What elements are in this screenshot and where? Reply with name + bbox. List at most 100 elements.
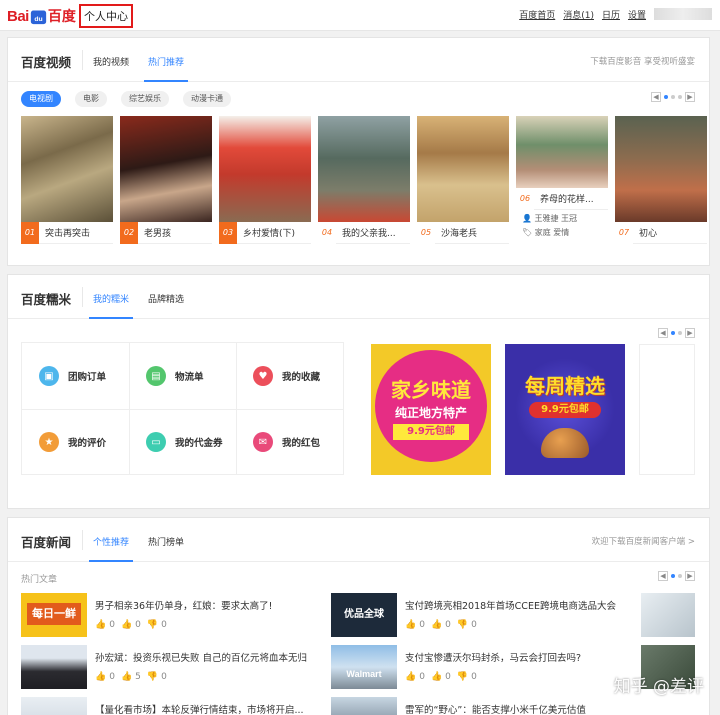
tab-my-video[interactable]: 我的视频 <box>93 55 129 68</box>
rank-number: 01 <box>21 221 39 244</box>
quick-group-orders[interactable]: ▣ 团购订单 <box>22 343 129 409</box>
video-card[interactable]: 01 突击再突击 <box>21 116 113 244</box>
quick-label: 物流单 <box>175 372 204 383</box>
tab-hot-recommend[interactable]: 热门推荐 <box>143 55 189 82</box>
video-card[interactable]: 02 老男孩 <box>120 116 212 244</box>
hot-articles-label: 热门文章 <box>21 575 58 585</box>
pager-dot[interactable] <box>671 574 675 578</box>
dislike-button[interactable]: 👎 0 <box>457 672 477 682</box>
quick-links-grid: ▣ 团购订单 ▤ 物流单 ♥ 我的收藏 ★ 我的评价 ▭ 我的代金券 ✉ 我的红包 <box>21 342 344 475</box>
zhihu-watermark: 知乎 @差评 <box>613 677 704 697</box>
video-poster-image <box>318 116 410 222</box>
voucher-icon: ▭ <box>146 432 166 452</box>
pager-dot[interactable] <box>678 331 682 335</box>
tab-personal-recommend[interactable]: 个性推荐 <box>88 535 134 562</box>
video-carousel: 01 突击再突击 02 老男孩 03 乡村爱情(下) 04 我的父亲我... 05 沙海老… <box>21 116 711 244</box>
promo-subline: 纯正地方特产 <box>394 406 467 420</box>
promo-banner-weekly[interactable]: 每周精选 9.9元包邮 <box>505 344 625 475</box>
nav-calendar[interactable]: 日历 <box>602 8 620 21</box>
video-card[interactable]: 06 养母的花样... 👤 王雅捷 王冠 🏷 家庭 爱情 <box>516 116 608 244</box>
video-pager: ◀ ▶ <box>651 92 695 102</box>
news-item[interactable]: 优品全球 宝付跨境亮相2018年首场CCEE跨境电商选品大会 👍 0 👍 0 👎 0 <box>331 593 641 641</box>
quick-vouchers[interactable]: ▭ 我的代金券 <box>129 409 236 475</box>
next-arrow-icon[interactable]: ▶ <box>685 92 695 102</box>
comment-icon: ★ <box>39 432 59 452</box>
video-card[interactable]: 04 我的父亲我... <box>318 116 410 244</box>
tab-brand-select[interactable]: 品牌精选 <box>148 292 184 305</box>
next-arrow-icon[interactable]: ▶ <box>685 571 695 581</box>
dislike-button[interactable]: 👎 0 <box>147 672 167 682</box>
username-blurred[interactable] <box>654 8 712 20</box>
rank-number: 07 <box>615 221 633 244</box>
pager-dot[interactable] <box>664 95 668 99</box>
prev-arrow-icon[interactable]: ◀ <box>651 92 661 102</box>
video-poster-image <box>120 116 212 222</box>
news-thumbnail: 每日一鲜 <box>21 593 87 637</box>
video-title-text: 我的父亲我... <box>342 229 396 239</box>
like-button[interactable]: 👍 0 <box>95 620 115 630</box>
thumbs-up-icon: 👍 <box>430 672 443 682</box>
pill-variety[interactable]: 综艺娱乐 <box>121 91 169 107</box>
pager-dot[interactable] <box>671 331 675 335</box>
news-item[interactable]: 每日一鲜 男子相亲36年仍单身，红娘：要求太高了! 👍 0 👍 0 👎 0 <box>21 593 321 641</box>
share-button[interactable]: 👍 5 <box>121 672 141 682</box>
pager-dot[interactable] <box>678 95 682 99</box>
pill-movie[interactable]: 电影 <box>75 91 107 107</box>
news-item-partial[interactable] <box>641 593 695 641</box>
personal-center-label[interactable]: 个人中心 <box>79 4 133 28</box>
dislike-button[interactable]: 👎 0 <box>457 620 477 630</box>
share-button[interactable]: 👍 0 <box>431 620 451 630</box>
video-title-text: 初心 <box>639 229 658 239</box>
news-actions: 👍 0 👍 0 👎 0 <box>405 620 477 630</box>
news-pager: ◀ ▶ <box>658 571 695 581</box>
nav-settings[interactable]: 设置 <box>628 8 646 21</box>
tab-hot-list[interactable]: 热门榜单 <box>148 535 184 548</box>
news-item[interactable]: 雷军的“野心”：能否支撑小米千亿美元估值 <box>331 697 641 715</box>
promo-banner-partial[interactable] <box>639 344 695 475</box>
promo-headline: 家乡味道 <box>391 378 471 402</box>
quick-favorites[interactable]: ♥ 我的收藏 <box>236 343 343 409</box>
like-button[interactable]: 👍 0 <box>95 672 115 682</box>
quick-logistics[interactable]: ▤ 物流单 <box>129 343 236 409</box>
pill-anime[interactable]: 动漫卡通 <box>183 91 231 107</box>
promo-headline: 每周精选 <box>525 374 605 398</box>
news-title-text: 孙宏斌：投资乐视已失败 自己的百亿元将血本无归 <box>95 653 308 664</box>
pager-dot[interactable] <box>671 95 675 99</box>
nav-baidu-home[interactable]: 百度首页 <box>519 8 555 21</box>
tab-my-nuomi[interactable]: 我的糯米 <box>88 292 134 319</box>
news-actions: 👍 0 👍 0 👎 0 <box>405 672 477 682</box>
thumbs-down-icon: 👎 <box>456 672 469 682</box>
video-poster-image <box>219 116 311 222</box>
quick-reviews[interactable]: ★ 我的评价 <box>22 409 129 475</box>
rank-number: 06 <box>516 187 534 210</box>
news-item[interactable]: 【量化看市场】本轮反弹行情结束，市场将开启... <box>21 697 321 715</box>
thumbs-up-icon: 👍 <box>405 672 417 682</box>
video-card[interactable]: 07 初心 <box>615 116 707 244</box>
like-button[interactable]: 👍 0 <box>405 672 425 682</box>
like-count: 0 <box>419 620 425 630</box>
thumbs-up-icon: 👍 <box>120 620 133 630</box>
quick-red-packets[interactable]: ✉ 我的红包 <box>236 409 343 475</box>
nuomi-pager: ◀ ▶ <box>658 328 695 338</box>
like-count: 0 <box>109 672 115 682</box>
download-player-link[interactable]: 下载百度影音 享受视听盛宴 <box>590 55 695 67</box>
nav-messages[interactable]: 消息(1) <box>563 8 594 21</box>
video-card[interactable]: 03 乡村爱情(下) <box>219 116 311 244</box>
prev-arrow-icon[interactable]: ◀ <box>658 571 668 581</box>
share-button[interactable]: 👍 0 <box>431 672 451 682</box>
promo-banner-hometown[interactable]: 家乡味道 纯正地方特产 9.9元包邮 <box>371 344 491 475</box>
pager-dot[interactable] <box>678 574 682 578</box>
like-button[interactable]: 👍 0 <box>405 620 425 630</box>
baidu-logo[interactable]: Bai du 百度 <box>7 5 76 27</box>
prev-arrow-icon[interactable]: ◀ <box>658 328 668 338</box>
news-item[interactable]: Walmart 支付宝惨遭沃尔玛封杀，马云会打回去吗? 👍 0 👍 0 👎 0 <box>331 645 641 693</box>
nuomi-title: 百度糯米 <box>21 292 72 307</box>
download-news-link[interactable]: 欢迎下载百度新闻客户端 > <box>592 535 695 547</box>
next-arrow-icon[interactable]: ▶ <box>685 328 695 338</box>
pill-tv[interactable]: 电视剧 <box>21 91 61 107</box>
news-item[interactable]: 孙宏斌：投资乐视已失败 自己的百亿元将血本无归 👍 0 👍 5 👎 0 <box>21 645 321 693</box>
top-bar: Bai du 百度 个人中心 百度首页 消息(1) 日历 设置 <box>0 0 720 31</box>
video-card[interactable]: 05 沙海老兵 <box>417 116 509 244</box>
share-button[interactable]: 👍 0 <box>121 620 141 630</box>
dislike-button[interactable]: 👎 0 <box>147 620 167 630</box>
